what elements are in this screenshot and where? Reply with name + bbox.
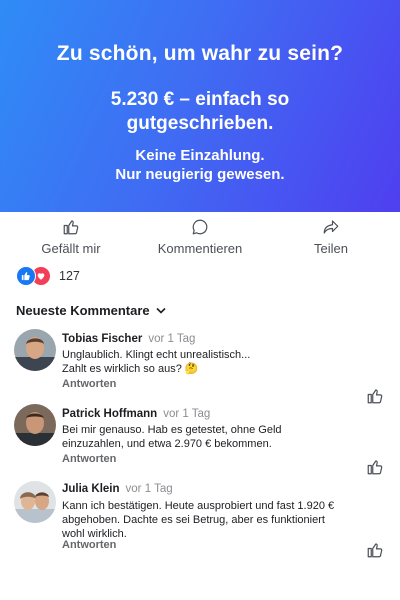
reply-button[interactable]: Antworten <box>62 378 116 390</box>
thumbs-up-icon <box>367 389 383 404</box>
comment-text-line: Kann ich bestätigen. Heute ausprobiert u… <box>62 500 335 512</box>
comment-text: Unglaublich. Klingt echt unrealistisch..… <box>62 348 358 376</box>
banner-amount: 5.230 € – einfach so gutgeschrieben. <box>0 88 400 136</box>
comment-author[interactable]: Julia Klein vor 1 Tag <box>62 483 173 495</box>
comment-time: vor 1 Tag <box>163 408 211 420</box>
comment-like-button[interactable] <box>366 387 384 410</box>
comment-author-name: Tobias Fischer <box>62 333 143 345</box>
comment-like-button[interactable] <box>366 458 384 481</box>
banner-headline: Zu schön, um wahr zu sein? <box>56 42 344 65</box>
post-banner-image: Zu schön, um wahr zu sein? 5.230 € – ein… <box>0 0 400 212</box>
share-arrow-icon <box>323 220 339 234</box>
comments-sort-dropdown[interactable]: Neueste Kommentare <box>16 303 166 318</box>
comment-author[interactable]: Patrick Hoffmann vor 1 Tag <box>62 408 210 420</box>
comment-text-line: abgehoben. Dachte es sei Betrug, aber es… <box>62 514 325 526</box>
reaction-count: 127 <box>59 269 80 283</box>
reaction-summary[interactable]: 127 <box>16 266 80 286</box>
thumbs-up-icon <box>367 460 383 475</box>
comment-like-button[interactable] <box>366 541 384 564</box>
like-button[interactable]: Gefällt mir <box>16 215 126 256</box>
thumbs-up-reaction-icon <box>16 266 36 286</box>
thumbs-up-icon <box>63 220 79 235</box>
avatar[interactable] <box>14 481 56 523</box>
comment-text-line: Bei mir genauso. Hab es getestet, ohne G… <box>62 424 282 436</box>
comment-time: vor 1 Tag <box>148 333 196 345</box>
chevron-down-icon <box>156 307 166 314</box>
comment-text: Bei mir genauso. Hab es getestet, ohne G… <box>62 423 358 451</box>
share-button[interactable]: Teilen <box>276 215 386 256</box>
comment-time: vor 1 Tag <box>125 483 173 495</box>
banner-sub-line2: Nur neugierig gewesen. <box>115 166 285 183</box>
like-button-label: Gefällt mir <box>41 241 101 256</box>
banner-amount-line2: gutgeschrieben. <box>126 113 274 134</box>
avatar[interactable] <box>14 404 56 446</box>
share-button-label: Teilen <box>314 241 348 256</box>
reply-button[interactable]: Antworten <box>62 539 116 551</box>
comment-button[interactable]: Kommentieren <box>145 215 255 256</box>
comment-author[interactable]: Tobias Fischer vor 1 Tag <box>62 333 195 345</box>
comments-sort-label: Neueste Kommentare <box>16 303 150 318</box>
comment-text: Kann ich bestätigen. Heute ausprobiert u… <box>62 499 362 541</box>
banner-sub-line1: Keine Einzahlung. <box>135 147 265 164</box>
comment-text-line: Unglaublich. Klingt echt unrealistisch..… <box>62 349 251 361</box>
avatar[interactable] <box>14 329 56 371</box>
comment-author-name: Patrick Hoffmann <box>62 408 158 420</box>
reply-button[interactable]: Antworten <box>62 453 116 465</box>
thumbs-up-icon <box>367 543 383 558</box>
banner-amount-line1: 5.230 € – einfach so <box>110 89 290 110</box>
post-action-bar: Gefällt mir Kommentieren Teilen <box>0 215 400 257</box>
comment-button-label: Kommentieren <box>157 241 243 256</box>
comment-text-line: einzuzahlen, und etwa 2.970 € bekommen. <box>62 438 272 450</box>
comment-author-name: Julia Klein <box>62 483 120 495</box>
banner-subtext: Keine Einzahlung. Nur neugierig gewesen. <box>0 146 400 184</box>
speech-bubble-icon <box>192 219 208 235</box>
comment-text-line: Zahlt es wirklich so aus? 🤔 <box>62 363 199 375</box>
